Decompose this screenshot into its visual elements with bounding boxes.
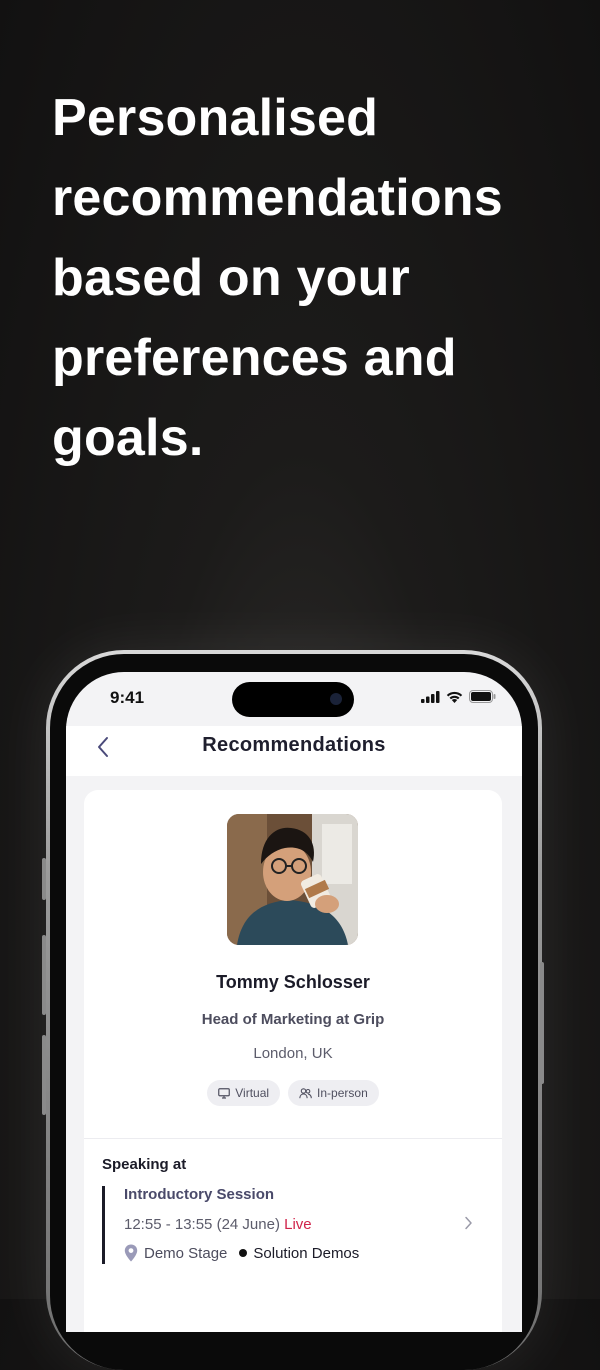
location-pin-icon [124, 1244, 138, 1262]
phone-side-button [42, 858, 46, 900]
session-track: Solution Demos [253, 1244, 360, 1262]
status-icons [421, 690, 496, 703]
monitor-icon [218, 1087, 231, 1099]
page-title: Recommendations [202, 734, 386, 756]
headline: Personalised recommendations based on yo… [52, 78, 572, 478]
phone-side-button [42, 1035, 46, 1115]
headline-line: Personalised [52, 89, 379, 147]
session-meta: Demo Stage Solution Demos [124, 1244, 359, 1262]
avatar[interactable] [227, 814, 358, 945]
session-time-range: 12:55 - 13:55 (24 June) [124, 1216, 280, 1233]
headline-line: goals. [52, 409, 204, 467]
navigation-bar: Recommendations [66, 726, 522, 776]
headline-line: based on your [52, 249, 410, 307]
phone-side-button [42, 935, 46, 1015]
session-venue: Demo Stage [144, 1244, 228, 1262]
recommendation-card[interactable]: Tommy Schlosser Head of Marketing at Gri… [84, 790, 502, 1332]
headline-line: recommendations [52, 169, 503, 227]
tag-in-person: In-person [288, 1080, 379, 1106]
session-time: 12:55 - 13:55 (24 June) Live [124, 1216, 312, 1233]
people-icon [299, 1087, 312, 1098]
profile-photo [227, 814, 358, 945]
chevron-right-icon[interactable] [464, 1216, 473, 1235]
track-bullet-icon [239, 1249, 248, 1257]
dynamic-island [232, 682, 354, 717]
wifi-icon [446, 691, 463, 703]
tag-label: Virtual [235, 1086, 270, 1100]
status-bar: 9:41 [66, 672, 522, 726]
profile-name: Tommy Schlosser [216, 972, 370, 992]
session-title: Introductory Session [124, 1186, 275, 1203]
live-badge: Live [284, 1216, 312, 1233]
divider [84, 1138, 502, 1139]
status-time: 9:41 [110, 688, 145, 707]
profile-location: London, UK [253, 1045, 333, 1062]
headline-line: preferences and [52, 329, 457, 387]
session-item[interactable]: Introductory Session 12:55 - 13:55 (24 J… [102, 1186, 485, 1264]
battery-icon [469, 690, 496, 703]
profile-role: Head of Marketing at Grip [201, 1011, 385, 1028]
tag-label: In-person [317, 1086, 368, 1100]
cellular-signal-icon [421, 690, 440, 703]
attendance-tags: Virtual In-person [84, 1080, 502, 1106]
camera-icon [330, 693, 342, 705]
speaking-at-label: Speaking at [102, 1156, 187, 1173]
tag-virtual: Virtual [207, 1080, 281, 1106]
phone-screen: 9:41 Recommendations Tommy Schlosser Hea… [66, 672, 522, 1332]
phone-side-button [540, 962, 544, 1084]
